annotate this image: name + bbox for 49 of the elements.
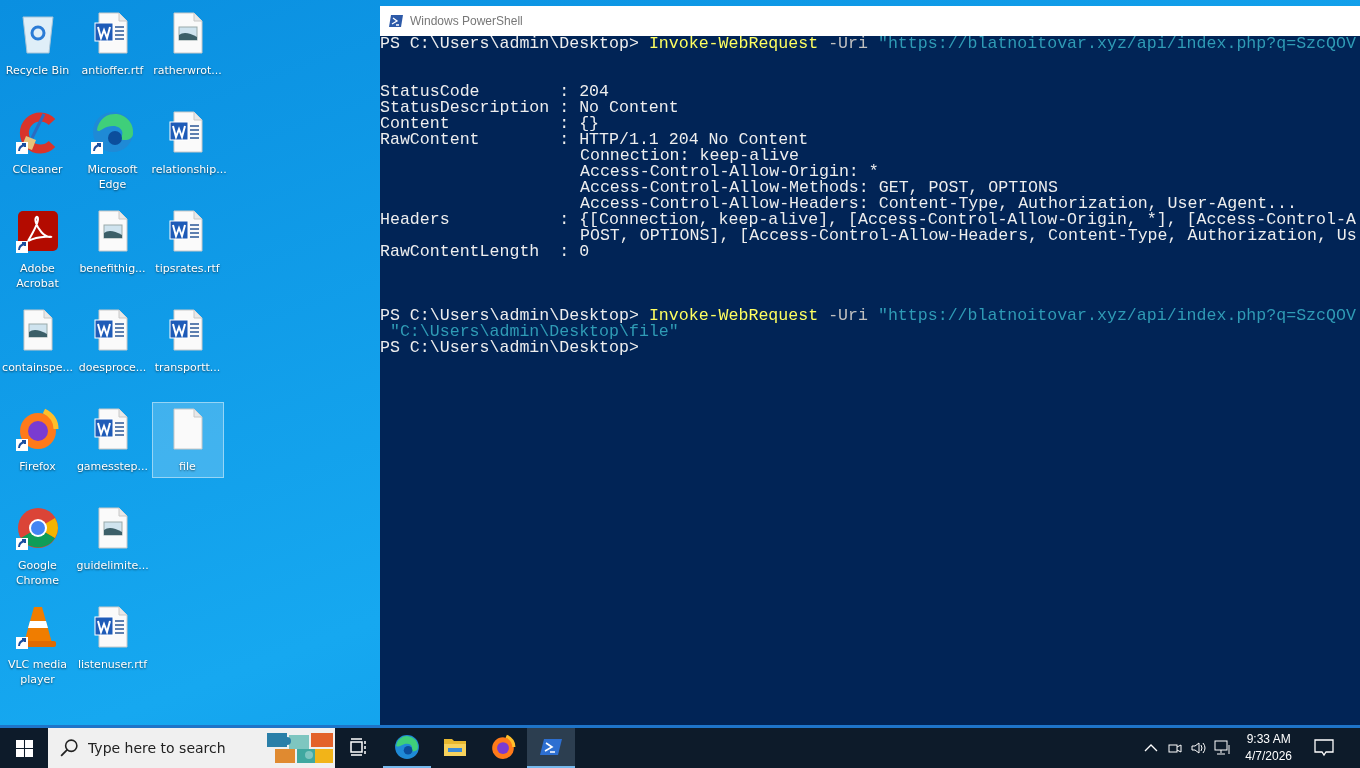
console-output: Headers : {[Connection, keep-alive], [Access-Control-Allow-Origin, *], [Access-Control-A — [380, 210, 1356, 229]
desktop-shortcut[interactable]: listenuser.rtf — [76, 600, 149, 676]
console-command-line: PS C:\Users\admin\Desktop> Invoke-WebRequest -Uri "https://blatnoitovar.xyz/api/index.php?q=SzcQOV — [380, 306, 1356, 325]
console-output: Access-Control-Allow-Headers: Content-Type, Authorization, User-Agent... — [580, 194, 1297, 213]
chevron-up-icon — [1144, 743, 1159, 753]
desktop-shortcut[interactable]: tipsrates.rtf — [151, 204, 224, 280]
desktop-shortcut[interactable]: Microsoft Edge — [76, 105, 149, 196]
search-field[interactable]: Type here to search — [86, 739, 257, 757]
console-command-line: "C:\Users\admin\Desktop\file" — [388, 322, 679, 341]
browser-icon — [490, 734, 516, 760]
desktop-shortcut[interactable]: ratherwrot... — [151, 6, 224, 82]
desktop-shortcut[interactable]: Adobe Acrobat — [1, 204, 74, 295]
message-icon — [1314, 739, 1334, 757]
console-output: RawContent : HTTP/1.1 204 No Content — [380, 130, 809, 149]
desktop-shortcut[interactable]: containspe... — [1, 303, 74, 379]
console-output: Access-Control-Allow-Methods: GET, POST, OPTIONS — [580, 178, 1058, 197]
windows-logo-icon — [15, 739, 33, 757]
console-command-line: PS C:\Users\admin\Desktop> — [380, 338, 639, 357]
desktop-shortcut[interactable]: VLC media player — [1, 600, 74, 691]
browser-icon — [394, 734, 420, 760]
desktop-shortcut[interactable]: Firefox — [1, 402, 74, 478]
network-icon — [1214, 740, 1233, 756]
window-title: Windows PowerShell — [410, 14, 523, 28]
search-icon — [60, 739, 78, 757]
desktop-shortcut[interactable]: Google Chrome — [1, 501, 74, 592]
desktop-shortcut[interactable]: relationship... — [151, 105, 224, 181]
console-command-line: PS C:\Users\admin\Desktop> Invoke-WebRequest -Uri "https://blatnoitovar.xyz/api/index.php?q=SzcQOV — [380, 34, 1356, 53]
console-output: Connection: keep-alive — [580, 146, 800, 165]
desktop-shortcut[interactable]: benefithig... — [76, 204, 149, 280]
desktop-shortcut[interactable]: file — [151, 402, 224, 478]
console-output: Access-Control-Allow-Origin: * — [580, 162, 879, 181]
desktop-shortcut[interactable]: CCleaner — [1, 105, 74, 181]
console-output: Content : {} — [380, 114, 600, 133]
console-output: StatusDescription : No Content — [380, 98, 679, 117]
console-output: StatusCode : 204 — [380, 82, 610, 101]
desktop-shortcut[interactable]: guidelimite... — [76, 501, 149, 577]
console-output: POST, OPTIONS], [Access-Control-Allow-Headers, Content-Type, Authorization, Us — [580, 226, 1357, 245]
desktop-shortcut[interactable]: transportt... — [151, 303, 224, 379]
desktop-shortcut[interactable]: Recycle Bin — [1, 6, 74, 82]
clock-button[interactable]: 9:33 AM 4/7/2026 — [1235, 728, 1302, 768]
taskbar-app-button[interactable] — [527, 728, 575, 768]
speaker-icon — [1190, 740, 1209, 756]
terminal-icon — [388, 13, 404, 29]
desktop-shortcut[interactable]: doesproce... — [76, 303, 149, 379]
desktop-shortcut[interactable]: antioffer.rtf — [76, 6, 149, 82]
console-output: RawContentLength : 0 — [380, 242, 590, 261]
desktop-shortcut[interactable]: gamesstep... — [76, 402, 149, 478]
search-box[interactable]: Type here to search — [48, 728, 335, 768]
task-view-icon — [349, 737, 369, 757]
